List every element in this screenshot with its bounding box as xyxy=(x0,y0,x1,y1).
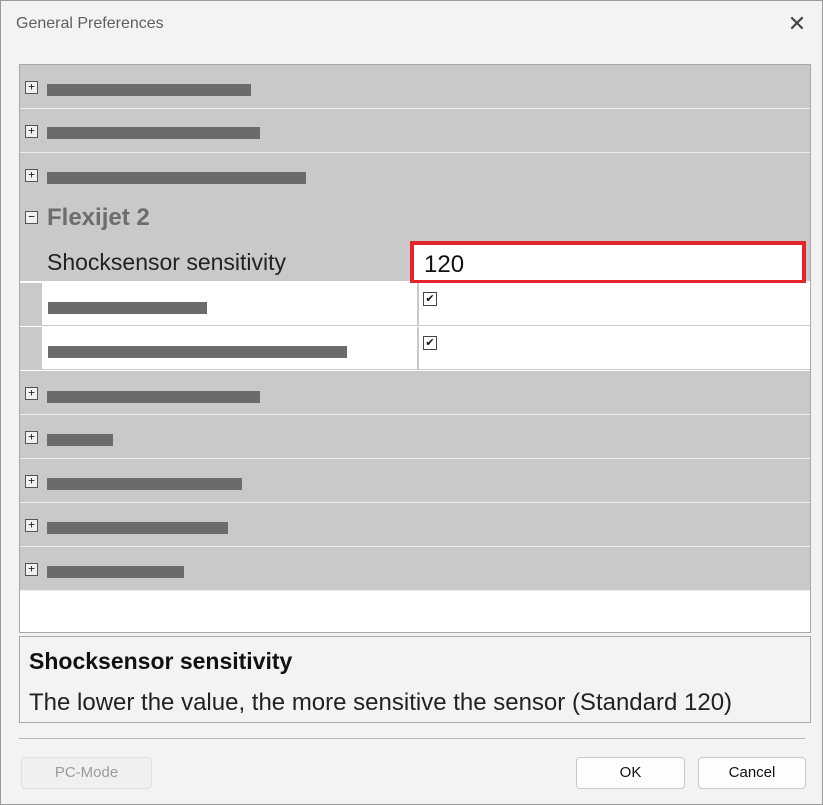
property-value-cell[interactable]: ✔ xyxy=(418,283,810,326)
redacted-text xyxy=(47,391,260,403)
category-row[interactable]: + xyxy=(20,459,810,503)
category-row-expanded[interactable]: − Flexijet 2 xyxy=(20,196,810,239)
category-row[interactable]: + xyxy=(20,415,810,459)
redacted-text xyxy=(47,478,242,490)
close-icon[interactable]: ✕ xyxy=(784,11,810,37)
redacted-text xyxy=(47,566,184,578)
description-panel: Shocksensor sensitivity The lower the va… xyxy=(19,636,811,723)
expand-plus-icon[interactable]: + xyxy=(25,519,38,532)
category-row[interactable]: + xyxy=(20,371,810,415)
property-name-cell xyxy=(42,327,417,370)
redacted-text xyxy=(47,172,306,184)
property-name-cell xyxy=(42,283,417,326)
cancel-button[interactable]: Cancel xyxy=(698,757,806,789)
property-row[interactable]: ✔ xyxy=(20,327,810,370)
preferences-window: General Preferences ✕ + + + − Flexijet 2… xyxy=(0,0,823,805)
property-row[interactable]: ✔ xyxy=(20,283,810,326)
category-row[interactable]: + xyxy=(20,547,810,591)
checkbox[interactable]: ✔ xyxy=(423,336,437,350)
redacted-text xyxy=(47,522,228,534)
expand-plus-icon[interactable]: + xyxy=(25,563,38,576)
redacted-text xyxy=(48,346,347,358)
property-name: Shocksensor sensitivity xyxy=(47,249,287,275)
category-row[interactable]: + xyxy=(20,153,810,197)
expand-plus-icon[interactable]: + xyxy=(25,169,38,182)
property-value[interactable]: 120 xyxy=(424,251,464,279)
description-text: The lower the value, the more sensitive … xyxy=(29,689,733,716)
category-row[interactable]: + xyxy=(20,109,810,153)
expand-plus-icon[interactable]: + xyxy=(25,387,38,400)
redacted-text xyxy=(47,434,113,446)
redacted-text xyxy=(47,84,251,96)
title-bar: General Preferences ✕ xyxy=(1,1,822,48)
expand-plus-icon[interactable]: + xyxy=(25,125,38,138)
divider xyxy=(19,738,805,739)
checkbox[interactable]: ✔ xyxy=(423,292,437,306)
expand-plus-icon[interactable]: + xyxy=(25,81,38,94)
property-row[interactable]: Shocksensor sensitivity 120 xyxy=(20,239,810,284)
category-row[interactable]: + xyxy=(20,503,810,547)
category-row[interactable]: + xyxy=(20,65,810,109)
category-title: Flexijet 2 xyxy=(47,204,150,231)
collapse-minus-icon[interactable]: − xyxy=(25,211,38,224)
redacted-text xyxy=(48,302,207,314)
pc-mode-button[interactable]: PC-Mode xyxy=(21,757,152,789)
property-value-field[interactable]: 120 xyxy=(410,241,806,284)
expand-plus-icon[interactable]: + xyxy=(25,475,38,488)
ok-button[interactable]: OK xyxy=(576,757,685,789)
description-title: Shocksensor sensitivity xyxy=(29,648,293,674)
property-grid: + + + − Flexijet 2 Shocksensor sensitivi… xyxy=(19,64,811,633)
property-value-cell[interactable]: ✔ xyxy=(418,327,810,370)
window-title: General Preferences xyxy=(16,15,164,32)
expand-plus-icon[interactable]: + xyxy=(25,431,38,444)
redacted-text xyxy=(47,127,260,139)
